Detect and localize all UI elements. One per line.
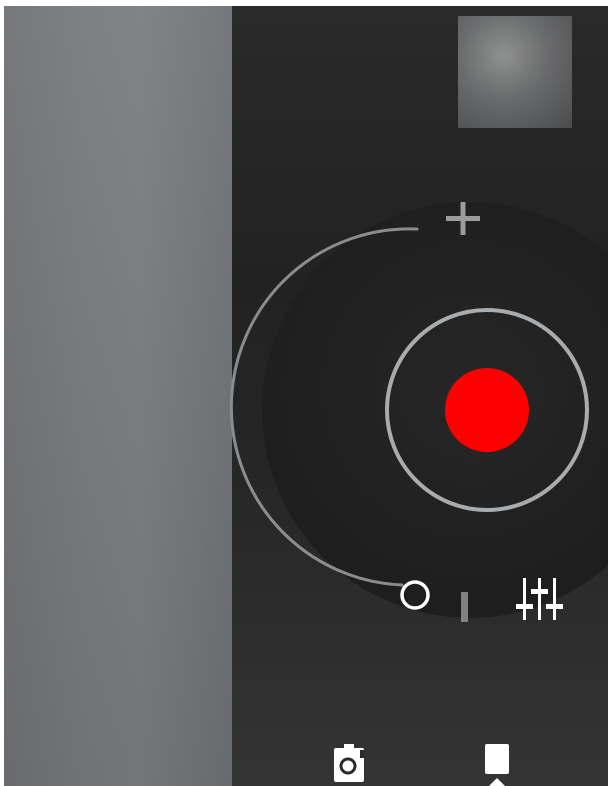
camera-screen: [0, 0, 608, 786]
gallery-thumbnail[interactable]: [458, 16, 572, 128]
sliders-icon[interactable]: [516, 578, 563, 620]
camera-viewfinder[interactable]: [4, 6, 232, 786]
switch-camera-icon[interactable]: [330, 742, 370, 786]
bar-indicator-icon[interactable]: [461, 592, 468, 622]
mode-selector-icon[interactable]: [480, 744, 514, 786]
record-icon[interactable]: [445, 368, 529, 452]
